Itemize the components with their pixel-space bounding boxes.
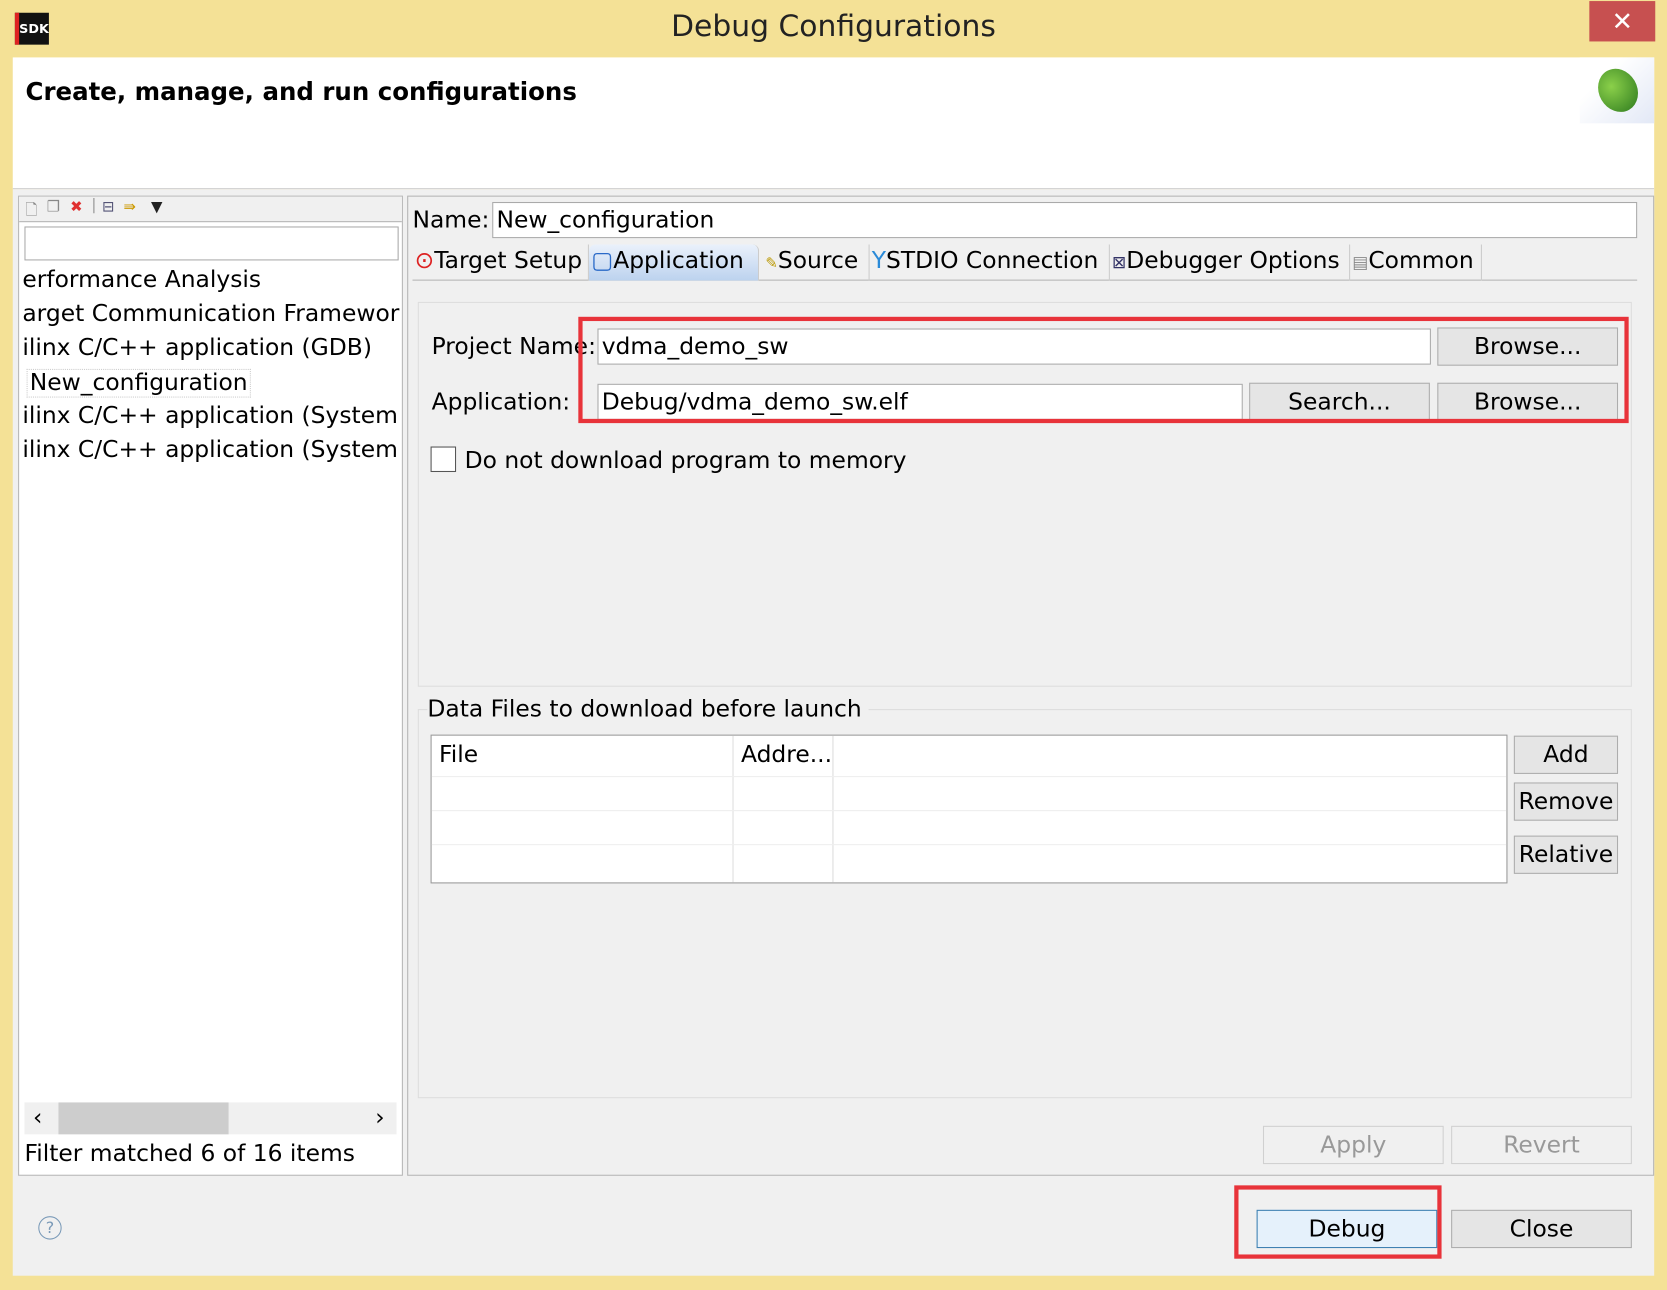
new-configuration-icon[interactable]: 🗋 — [26, 199, 38, 225]
view-menu-icon[interactable]: ▼ — [151, 199, 162, 216]
filter-input[interactable] — [24, 226, 399, 261]
highlight-box — [578, 316, 1629, 424]
tab-debugger-options[interactable]: ⊠Debugger Options — [1110, 244, 1351, 281]
scrollbar-thumb[interactable] — [58, 1102, 229, 1135]
application-label: Application: — [431, 389, 571, 416]
tab-label: Application — [613, 247, 744, 275]
tree-item[interactable]: erformance Analysis — [22, 267, 399, 294]
toolbar-separator: | — [91, 196, 97, 214]
column-file[interactable]: File — [432, 735, 734, 883]
collapse-all-icon[interactable]: ⊟ — [102, 199, 114, 216]
application-icon: ▢ — [591, 247, 614, 275]
close-icon[interactable]: ✕ — [1589, 1, 1656, 42]
relative-button[interactable]: Relative — [1513, 835, 1619, 874]
scroll-right-icon[interactable]: › — [375, 1105, 384, 1132]
tree-item-selected[interactable]: New_configuration — [26, 368, 251, 398]
tab-common[interactable]: ▤Common — [1350, 244, 1482, 281]
tab-source[interactable]: ✎Source — [763, 244, 870, 281]
close-button[interactable]: Close — [1451, 1209, 1632, 1249]
table-row — [431, 844, 1507, 846]
filter-status: Filter matched 6 of 16 items — [24, 1140, 355, 1168]
horizontal-scrollbar[interactable]: ‹ › — [24, 1102, 397, 1135]
tree-toolbar: 🗋 ❐ ✖ | ⊟ ⇛ ▼ — [19, 196, 402, 225]
delete-icon[interactable]: ✖ — [70, 199, 82, 216]
filter-icon[interactable]: ⇛ — [123, 199, 135, 216]
tab-application[interactable]: ▢Application — [588, 244, 760, 281]
project-name-label: Project Name: — [431, 333, 596, 361]
name-label: Name: — [412, 207, 490, 234]
data-files-label: Data Files to download before launch — [427, 696, 869, 723]
highlight-box — [1234, 1185, 1442, 1259]
table-row — [431, 776, 1507, 778]
table-row — [431, 810, 1507, 812]
duplicate-icon[interactable]: ❐ — [47, 199, 60, 216]
source-icon: ✎ — [765, 255, 778, 273]
name-input[interactable] — [492, 201, 1638, 239]
data-files-table[interactable]: File Addre... — [430, 734, 1508, 884]
tab-target-setup[interactable]: ⊙Target Setup — [412, 244, 589, 281]
tree-item[interactable]: arget Communication Framework — [22, 301, 399, 328]
no-download-label: Do not download program to memory — [464, 447, 907, 475]
common-icon: ▤ — [1352, 251, 1369, 273]
debugger-icon: ⊠ — [1112, 251, 1127, 273]
no-download-checkbox[interactable] — [430, 446, 457, 473]
revert-button[interactable]: Revert — [1451, 1125, 1632, 1165]
header-title: Create, manage, and run configurations — [25, 78, 577, 107]
tab-label: Source — [777, 247, 859, 275]
add-button[interactable]: Add — [1513, 735, 1619, 774]
target-icon: ⊙ — [414, 247, 435, 275]
connection-icon: Y — [871, 247, 887, 275]
tab-label: Common — [1368, 247, 1474, 275]
tab-bar: ⊙Target Setup ▢Application ✎Source YSTDI… — [412, 244, 1638, 281]
tab-stdio-connection[interactable]: YSTDIO Connection — [870, 244, 1110, 281]
tab-label: Target Setup — [434, 247, 583, 275]
tree-item[interactable]: ilinx C/C++ application (System [ — [22, 403, 399, 430]
tree-item[interactable]: ilinx C/C++ application (GDB) — [22, 335, 399, 362]
bug-icon — [1579, 57, 1655, 124]
tab-label: Debugger Options — [1126, 247, 1340, 275]
scroll-left-icon[interactable]: ‹ — [33, 1105, 42, 1132]
column-address[interactable]: Addre... — [734, 735, 834, 883]
tab-label: STDIO Connection — [886, 247, 1099, 275]
dialog-header: Create, manage, and run configurations — [12, 57, 1655, 190]
apply-button[interactable]: Apply — [1262, 1125, 1444, 1165]
tree-item[interactable]: ilinx C/C++ application (System [ — [22, 437, 399, 464]
window-title: Debug Configurations — [671, 8, 996, 44]
remove-button[interactable]: Remove — [1513, 782, 1619, 821]
help-icon[interactable]: ? — [38, 1216, 62, 1240]
configuration-tree-panel: 🗋 ❐ ✖ | ⊟ ⇛ ▼ erformance Analysis arget … — [18, 195, 403, 1176]
